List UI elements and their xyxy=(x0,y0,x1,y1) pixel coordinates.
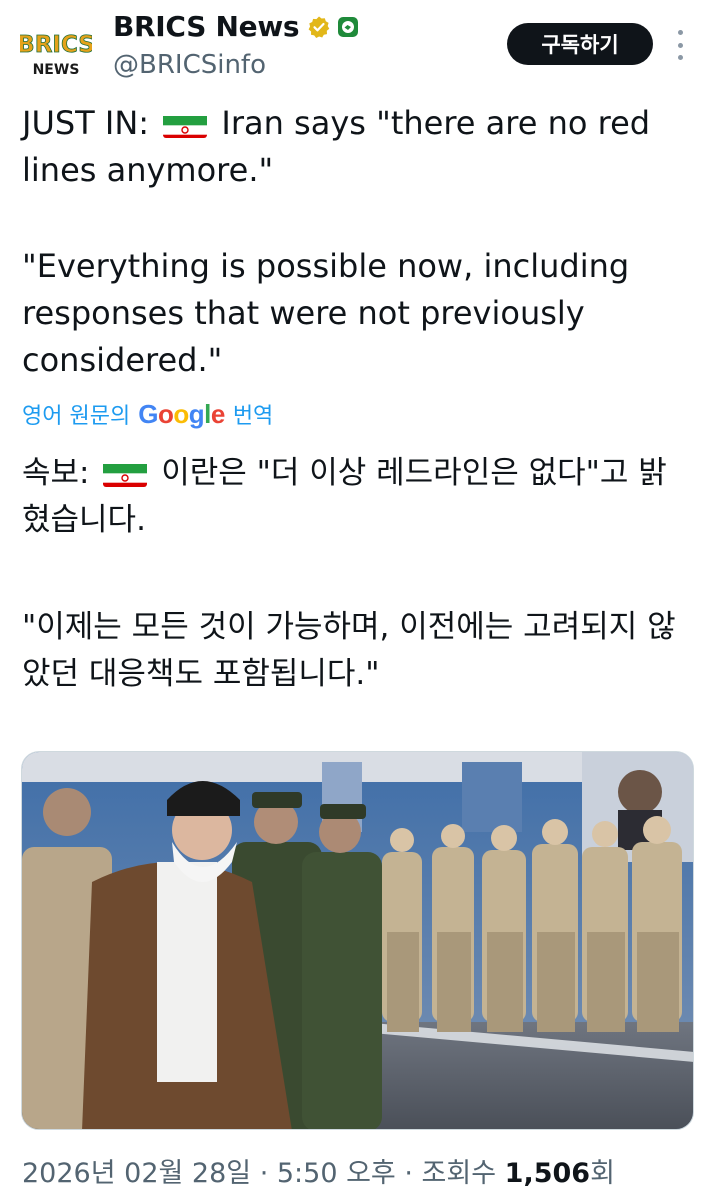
name-row: BRICS News xyxy=(113,10,359,43)
tweet-photo[interactable] xyxy=(21,751,694,1130)
iran-flag-icon xyxy=(103,459,148,487)
translate-prefix[interactable]: 영어 원문의 xyxy=(22,398,130,430)
views-label: 조회수 xyxy=(421,1158,497,1189)
translated-text-line1: 속보: 이란은 "더 이상 레드라인은 없다"고 밝혔습니다. xyxy=(22,450,692,544)
tweet-time[interactable]: 5:50 오후 xyxy=(277,1158,396,1189)
translated-prefix: 속보: xyxy=(22,455,90,491)
translated-quote: "이제는 모든 것이 가능하며, 이전에는 고려되지 않았던 대응책도 포함됩니… xyxy=(22,609,676,692)
tweet-date[interactable]: 2026년 02월 28일 xyxy=(22,1158,251,1189)
translation-attribution[interactable]: 영어 원문의 Google 번역 xyxy=(22,398,273,430)
affiliate-badge-icon xyxy=(338,16,359,37)
tweet-text-line1: JUST IN: Iran says "there are no red lin… xyxy=(22,100,692,194)
svg-text:BRICS: BRICS xyxy=(20,32,92,58)
translate-suffix[interactable]: 번역 xyxy=(233,398,273,430)
views-count: 1,506 xyxy=(504,1158,591,1189)
iran-flag-icon xyxy=(163,110,208,138)
google-logo: Google xyxy=(138,398,225,429)
views-suffix: 회 xyxy=(590,1158,615,1189)
verified-badge-icon xyxy=(308,16,330,38)
svg-text:NEWS: NEWS xyxy=(33,62,80,78)
separator: · xyxy=(251,1158,277,1189)
handle[interactable]: @BRICSinfo xyxy=(113,50,266,80)
tweet-prefix: JUST IN: xyxy=(22,104,150,142)
tweet-header: BRICS NEWS BRICS News @BRICSinfo 구독하기 xyxy=(0,0,714,90)
subscribe-button[interactable]: 구독하기 xyxy=(507,23,653,65)
separator: · xyxy=(395,1158,422,1189)
more-options-icon[interactable] xyxy=(672,30,688,60)
avatar[interactable]: BRICS NEWS xyxy=(17,22,95,80)
tweet-quote-en: "Everything is possible now, including r… xyxy=(22,247,630,379)
tweet-metadata: 2026년 02월 28일 · 5:50 오후 · 조회수 1,506회 xyxy=(22,1151,615,1190)
display-name[interactable]: BRICS News xyxy=(113,10,300,43)
